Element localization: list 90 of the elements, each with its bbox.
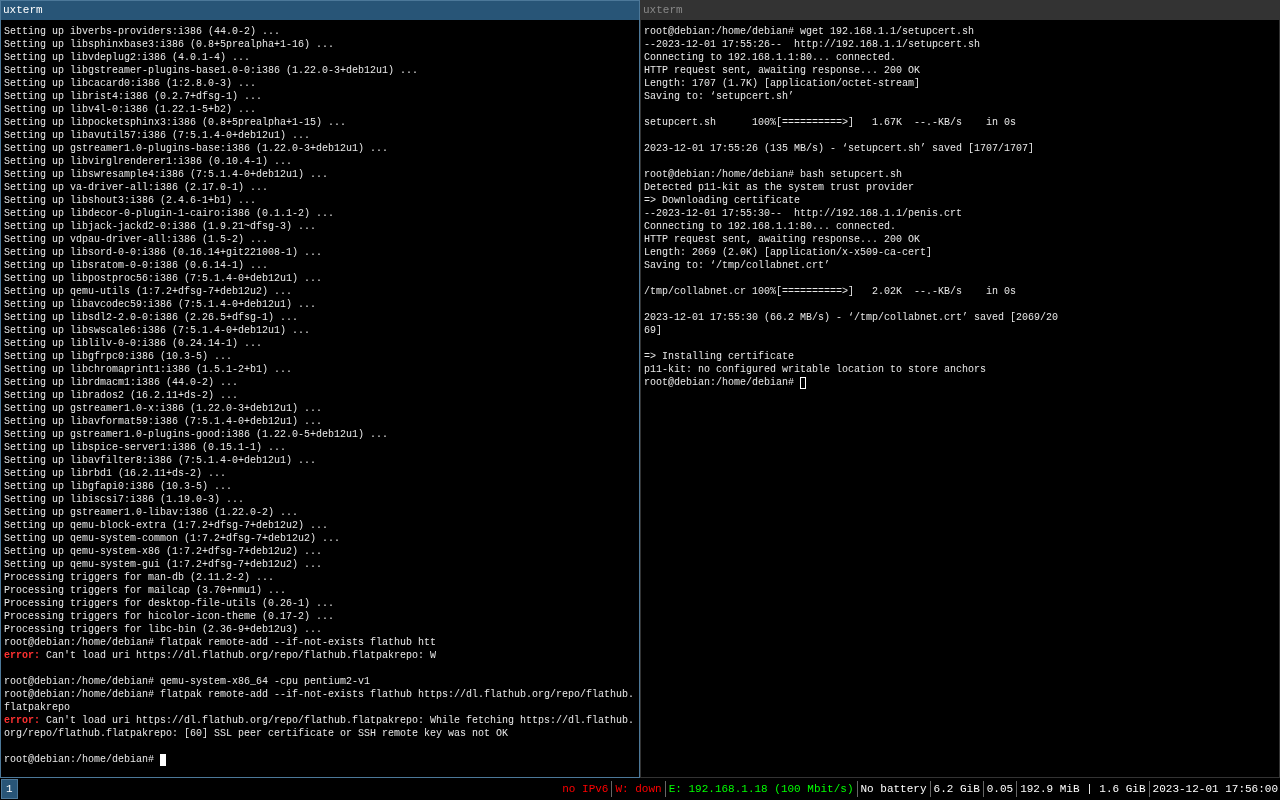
shell-prompt: root@debian:/home/debian# <box>644 376 796 389</box>
terminal-line: Processing triggers for libc-bin (2.36-9+deb12u3) ... <box>4 623 324 636</box>
terminal-line: setupcert.sh 100%[==========>] 1.67K --.-KB/s in 0s <box>644 116 1018 129</box>
terminal-line: Setting up libpostproc56:i386 (7:5.1.4-0+deb12u1) ... <box>4 272 324 285</box>
terminal-line: Setting up liblilv-0-0:i386 (0.24.14-1) ... <box>4 337 264 350</box>
terminal-line: /tmp/collabnet.cr 100%[==========>] 2.02K --.-KB/s in 0s <box>644 285 1018 298</box>
terminal-line: 69] <box>644 324 663 337</box>
terminal-line: Setting up libdecor-0-plugin-1-cairo:i386 (0.1.1-2) ... <box>4 207 336 220</box>
terminal-line: Setting up gstreamer1.0-x:i386 (1.22.0-3+deb12u1) ... <box>4 402 324 415</box>
terminal-line: Setting up libswresample4:i386 (7:5.1.4-0+deb12u1) ... <box>4 168 330 181</box>
terminal-line: root@debian:/home/debian# qemu-system-x86_64 -cpu pentium2-v1 <box>4 675 372 688</box>
status-item: 6.2 GiB <box>933 781 980 797</box>
terminal-line: Saving to: ‘setupcert.sh’ <box>644 90 796 103</box>
terminal-line: Setting up libspice-server1:i386 (0.15.1-1) ... <box>4 441 288 454</box>
terminal-line: Setting up libavformat59:i386 (7:5.1.4-0+deb12u1) ... <box>4 415 324 428</box>
terminal-line: => Downloading certificate <box>644 194 802 207</box>
shell-prompt: root@debian:/home/debian# <box>4 753 156 766</box>
terminal-line: Setting up libvdeplug2:i386 (4.0.1-4) ... <box>4 51 252 64</box>
terminal-line: Setting up libiscsi7:i386 (1.19.0-3) ... <box>4 493 246 506</box>
terminal-line: Setting up gstreamer1.0-plugins-good:i386 (1.22.0-5+deb12u1) ... <box>4 428 390 441</box>
terminal-line: Processing triggers for man-db (2.11.2-2) ... <box>4 571 276 584</box>
terminal-line: Setting up libsphinxbase3:i386 (0.8+5prealpha+1-16) ... <box>4 38 336 51</box>
terminal-line: Setting up qemu-utils (1:7.2+dfsg-7+deb12u2) ... <box>4 285 294 298</box>
terminal-line: Connecting to 192.168.1.1:80... connected. <box>644 51 898 64</box>
terminal-line: root@debian:/home/debian# wget 192.168.1.1/setupcert.sh <box>644 25 976 38</box>
terminal-line: Setting up libavcodec59:i386 (7:5.1.4-0+deb12u1) ... <box>4 298 318 311</box>
terminal-line: Setting up libchromaprint1:i386 (1.5.1-2+b1) ... <box>4 363 294 376</box>
window-title: uxterm <box>1 1 639 20</box>
status-item: E: 192.168.1.18 (100 Mbit/s) <box>668 781 854 797</box>
terminal-line: Setting up librados2 (16.2.11+ds-2) ... <box>4 389 240 402</box>
status-item: 192.9 MiB | 1.6 GiB <box>1020 781 1146 797</box>
terminal-line: Setting up libgstreamer-plugins-base1.0-0:i386 (1.22.0-3+deb12u1) ... <box>4 64 420 77</box>
terminal-line: Setting up libavutil57:i386 (7:5.1.4-0+deb12u1) ... <box>4 129 312 142</box>
terminal-line: Connecting to 192.168.1.1:80... connected. <box>644 220 898 233</box>
terminal-line: Setting up qemu-system-x86 (1:7.2+dfsg-7+deb12u2) ... <box>4 545 324 558</box>
terminal-line: Setting up libshout3:i386 (2.4.6-1+b1) ... <box>4 194 258 207</box>
terminal-line: Processing triggers for mailcap (3.70+nmu1) ... <box>4 584 288 597</box>
terminal-line: p11-kit: no configured writable location to store anchors <box>644 363 988 376</box>
terminal-line: root@debian:/home/debian# flatpak remote-add --if-not-exists flathub https://dl.flathub.org/repo/flathub. <box>4 688 636 701</box>
terminal-line: Setting up librdmacm1:i386 (44.0-2) ... <box>4 376 240 389</box>
terminal-line: flatpakrepo <box>4 701 71 714</box>
status-item: 2023-12-01 17:56:00 <box>1152 781 1278 797</box>
terminal-line: Setting up libavfilter8:i386 (7:5.1.4-0+deb12u1) ... <box>4 454 318 467</box>
error-label: error: <box>4 714 40 727</box>
terminal-line: Saving to: ‘/tmp/collabnet.crt’ <box>644 259 832 272</box>
terminal-line: Setting up libswscale6:i386 (7:5.1.4-0+deb12u1) ... <box>4 324 312 337</box>
error-label: error: <box>4 649 40 662</box>
terminal-line: 2023-12-01 17:55:26 (135 MB/s) - ‘setupcert.sh’ saved [1707/1707] <box>644 142 1036 155</box>
terminal-line: Setting up libgfapi0:i386 (10.3-5) ... <box>4 480 234 493</box>
terminal-line: Setting up gstreamer1.0-plugins-base:i386 (1.22.0-3+deb12u1) ... <box>4 142 390 155</box>
terminal-line: Setting up libcacard0:i386 (1:2.8.0-3) ... <box>4 77 258 90</box>
terminal-line: Setting up gstreamer1.0-libav:i386 (1.22.0-2) ... <box>4 506 300 519</box>
terminal-line: Length: 2069 (2.0K) [application/x-x509-ca-cert] <box>644 246 934 259</box>
terminal-line: Setting up libsratom-0-0:i386 (0.6.14-1) ... <box>4 259 270 272</box>
terminal-line: org/repo/flathub.flatpakrepo: [60] SSL peer certificate or SSH remote key was not OK <box>4 727 510 740</box>
terminal-line: Setting up libsdl2-2.0-0:i386 (2.26.5+dfsg-1) ... <box>4 311 300 324</box>
terminal-line: Setting up librbd1 (16.2.11+ds-2) ... <box>4 467 228 480</box>
terminal-line: Setting up qemu-system-common (1:7.2+dfsg-7+deb12u2) ... <box>4 532 342 545</box>
status-item: No battery <box>860 781 927 797</box>
terminal-line: Setting up ibverbs-providers:i386 (44.0-2) ... <box>4 25 282 38</box>
terminal-line: Length: 1707 (1.7K) [application/octet-stream] <box>644 77 922 90</box>
terminal-line: Setting up libpocketsphinx3:i386 (0.8+5prealpha+1-15) ... <box>4 116 348 129</box>
terminal-line: --2023-12-01 17:55:26-- http://192.168.1.1/setupcert.sh <box>644 38 982 51</box>
terminal-line: Detected p11-kit as the system trust provider <box>644 181 916 194</box>
terminal-line: root@debian:/home/debian# bash setupcert.sh <box>644 168 904 181</box>
terminal-line: 2023-12-01 17:55:30 (66.2 MB/s) - ‘/tmp/collabnet.crt’ saved [2069/20 <box>644 311 1060 324</box>
terminal-line: Can't load uri https://dl.flathub.org/repo/flathub.flatpakrepo: W <box>45 649 437 662</box>
terminal-line: => Installing certificate <box>644 350 796 363</box>
terminal-line: Setting up libgfrpc0:i386 (10.3-5) ... <box>4 350 234 363</box>
terminal-line: root@debian:/home/debian# flatpak remote-add --if-not-exists flathub htt <box>4 636 438 649</box>
terminal-line: Can't load uri https://dl.flathub.org/repo/flathub.flatpakrepo: While fetching https://dl.flathub. <box>45 714 635 727</box>
terminal-line: --2023-12-01 17:55:30-- http://192.168.1.1/penis.crt <box>644 207 964 220</box>
terminal-line: Setting up libsord-0-0:i386 (0.16.14+git221008-1) ... <box>4 246 324 259</box>
terminal-line: Setting up librist4:i386 (0.2.7+dfsg-1) ... <box>4 90 264 103</box>
status-item: 0.05 <box>986 781 1014 797</box>
workspace-button[interactable]: 1 <box>1 779 18 799</box>
status-item: W: down <box>615 781 662 797</box>
terminal-line: Setting up libvirglrenderer1:i386 (0.10.4-1) ... <box>4 155 294 168</box>
terminal-line: Setting up libv4l-0:i386 (1.22.1-5+b2) ... <box>4 103 258 116</box>
terminal-line: Setting up vdpau-driver-all:i386 (1.5-2) ... <box>4 233 270 246</box>
terminal-line: HTTP request sent, awaiting response... 200 OK <box>644 233 922 246</box>
window-title: uxterm <box>641 1 1279 20</box>
terminal-line: Processing triggers for hicolor-icon-theme (0.17-2) ... <box>4 610 336 623</box>
terminal-line: HTTP request sent, awaiting response... 200 OK <box>644 64 922 77</box>
terminal-line: Processing triggers for desktop-file-utils (0.26-1) ... <box>4 597 336 610</box>
terminal-line: Setting up libjack-jackd2-0:i386 (1.9.21~dfsg-3) ... <box>4 220 318 233</box>
terminal-line: Setting up va-driver-all:i386 (2.17.0-1) ... <box>4 181 270 194</box>
status-item: no IPv6 <box>562 781 609 797</box>
terminal-line: Setting up qemu-system-gui (1:7.2+dfsg-7+deb12u2) ... <box>4 558 324 571</box>
terminal-line: Setting up qemu-block-extra (1:7.2+dfsg-7+deb12u2) ... <box>4 519 330 532</box>
